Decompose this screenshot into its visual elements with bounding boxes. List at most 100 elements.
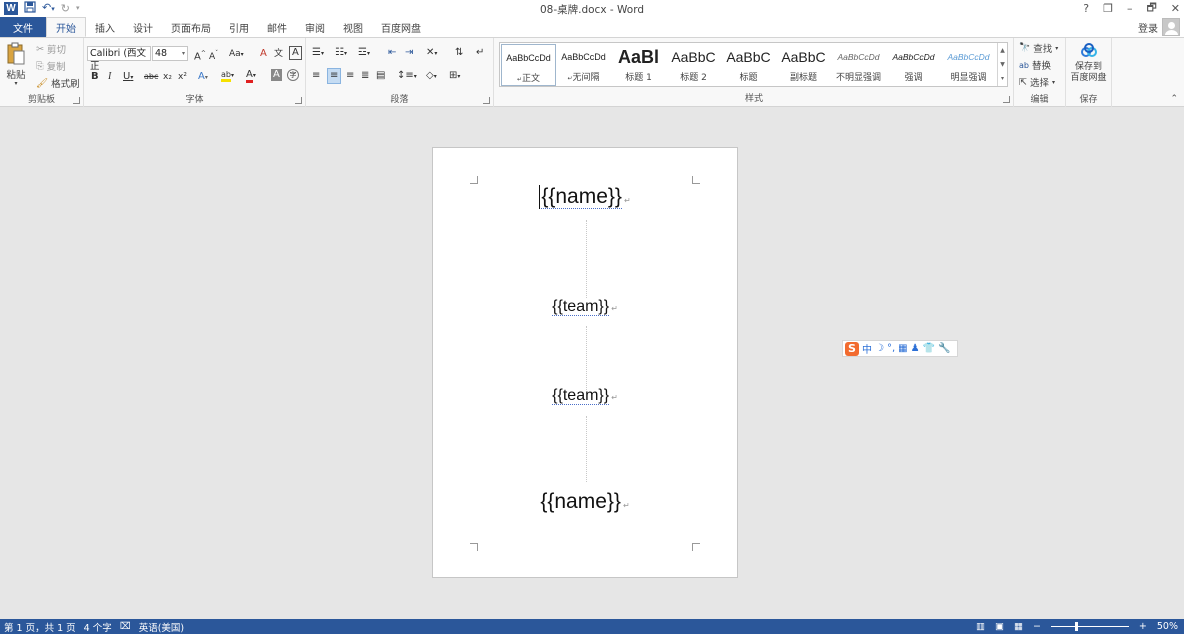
tab-insert[interactable]: 插入 xyxy=(86,17,124,37)
replace-button[interactable]: ab 替换 xyxy=(1019,58,1051,73)
paragraph-launcher-icon[interactable] xyxy=(483,97,490,104)
tab-baidu-netdisk[interactable]: 百度网盘 xyxy=(372,17,430,37)
language-indicator[interactable]: 英语(美国) xyxy=(139,620,184,634)
avatar[interactable] xyxy=(1162,18,1180,36)
read-mode-icon[interactable]: ▥ xyxy=(976,621,985,632)
styles-gallery-scroll[interactable]: ▲ ▼ ▾ xyxy=(997,43,1007,86)
redo-icon[interactable]: ↻ xyxy=(61,2,70,15)
styles-launcher-icon[interactable] xyxy=(1003,96,1010,103)
multilevel-list-button[interactable]: ☲▾ xyxy=(358,46,370,61)
web-layout-icon[interactable]: ▦ xyxy=(1014,621,1023,632)
highlight-button[interactable]: ab▾ xyxy=(221,68,234,83)
change-case-button[interactable]: Aa▾ xyxy=(229,47,244,62)
document-area[interactable]: {{name}} ↵ {{team}} ↵ {{team}} ↵ {{name}} ↵ xyxy=(0,108,1184,619)
style-no-spacing[interactable]: AaBbCcDd ↵无间隔 xyxy=(556,44,611,86)
punctuation-icon[interactable]: °, xyxy=(887,343,895,354)
minimize-icon[interactable]: – xyxy=(1127,2,1133,15)
select-button[interactable]: ⇱ 选择 ▾ xyxy=(1019,75,1055,90)
style-normal[interactable]: AaBbCcDd ↵正文 xyxy=(501,44,556,86)
paste-dropdown-icon[interactable]: ▾ xyxy=(14,80,17,87)
close-icon[interactable]: ✕ xyxy=(1171,2,1180,15)
customize-qat-icon[interactable]: ▾ xyxy=(76,2,80,15)
character-border-button[interactable]: A xyxy=(289,46,302,60)
font-launcher-icon[interactable] xyxy=(295,97,302,104)
justify-button[interactable]: ≣ xyxy=(361,69,369,83)
login-link[interactable]: 登录 xyxy=(1138,20,1158,35)
line-spacing-button[interactable]: ↕≡▾ xyxy=(397,69,417,84)
voice-icon[interactable]: ♟ xyxy=(911,343,920,354)
align-center-button[interactable]: ≡ xyxy=(327,68,342,84)
numbering-button[interactable]: ☷▾ xyxy=(335,46,347,61)
style-subtitle[interactable]: AaBbC 副标题 xyxy=(776,44,831,86)
clear-formatting-button[interactable]: A xyxy=(260,47,267,61)
clipboard-launcher-icon[interactable] xyxy=(73,97,80,104)
tab-review[interactable]: 审阅 xyxy=(296,17,334,37)
style-intense-emphasis[interactable]: AaBbCcDd 明显强调 xyxy=(941,44,996,86)
help-icon[interactable]: ? xyxy=(1083,2,1089,15)
document-page[interactable]: {{name}} ↵ {{team}} ↵ {{team}} ↵ {{name}} ↵ xyxy=(432,147,738,578)
shrink-font-button[interactable]: Aˇ xyxy=(209,47,218,64)
align-left-button[interactable]: ≡ xyxy=(312,69,320,83)
shading-button[interactable]: ◇▾ xyxy=(426,69,437,84)
moon-icon[interactable]: ☽ xyxy=(875,343,884,354)
placeholder-name-top[interactable]: {{name}} ↵ xyxy=(433,185,737,210)
tab-view[interactable]: 视图 xyxy=(334,17,372,37)
tab-home[interactable]: 开始 xyxy=(46,17,86,37)
zoom-slider[interactable] xyxy=(1050,622,1129,631)
character-shading-button[interactable]: A xyxy=(271,69,282,81)
restore-icon[interactable]: 🗗 xyxy=(1146,0,1156,18)
zoom-slider-thumb[interactable] xyxy=(1074,622,1078,631)
font-size-combo[interactable]: 48 ▾ xyxy=(152,46,188,61)
bold-button[interactable]: B xyxy=(91,70,99,84)
chinese-layout-button[interactable]: ✕▾ xyxy=(426,46,437,61)
font-name-combo[interactable]: Calibri (西文正 xyxy=(87,46,151,72)
skin-icon[interactable]: 👕 xyxy=(923,343,935,354)
superscript-button[interactable]: x² xyxy=(178,70,187,84)
style-heading-2[interactable]: AaBbC 标题 2 xyxy=(666,44,721,86)
paste-button[interactable]: 粘贴 ▾ xyxy=(6,42,26,87)
decrease-indent-button[interactable]: ⇤ xyxy=(388,46,396,60)
tab-file[interactable]: 文件 xyxy=(0,17,46,37)
increase-indent-button[interactable]: ⇥ xyxy=(405,46,413,60)
phonetic-guide-button[interactable]: 文 xyxy=(274,47,283,61)
ribbon-display-options-icon[interactable]: ❐ xyxy=(1103,2,1113,15)
placeholder-team-2[interactable]: {{team}} ↵ xyxy=(433,387,737,405)
tab-page-layout[interactable]: 页面布局 xyxy=(162,17,220,37)
style-heading-1[interactable]: AaBl 标题 1 xyxy=(611,44,666,86)
ime-toolbar[interactable]: S 中 ☽ °, ▦ ♟ 👕 🔧 xyxy=(842,340,958,357)
scroll-down-icon[interactable]: ▼ xyxy=(1000,61,1005,68)
collapse-ribbon-icon[interactable]: ⌃ xyxy=(1170,94,1178,104)
show-marks-button[interactable]: ↵ xyxy=(476,46,484,60)
placeholder-team-1[interactable]: {{team}} ↵ xyxy=(433,298,737,316)
zoom-out-icon[interactable]: − xyxy=(1033,621,1041,632)
cut-button[interactable]: ✂ 剪切 xyxy=(36,42,66,57)
scroll-up-icon[interactable]: ▲ xyxy=(1000,47,1005,54)
placeholder-name-bottom[interactable]: {{name}} ↵ xyxy=(433,490,737,514)
subscript-button[interactable]: x₂ xyxy=(163,70,172,84)
font-color-button[interactable]: A▾ xyxy=(246,68,256,83)
italic-button[interactable]: I xyxy=(108,70,111,84)
keyboard-icon[interactable]: ▦ xyxy=(898,343,907,354)
underline-button[interactable]: U▾ xyxy=(123,70,133,85)
tab-mailings[interactable]: 邮件 xyxy=(258,17,296,37)
tab-design[interactable]: 设计 xyxy=(124,17,162,37)
enclose-characters-button[interactable]: 字 xyxy=(287,69,299,81)
find-button[interactable]: 🔭 查找 ▾ xyxy=(1019,41,1058,55)
distributed-button[interactable]: ▤ xyxy=(376,69,385,83)
format-painter-button[interactable]: 🖌 格式刷 xyxy=(36,76,80,91)
borders-button[interactable]: ⊞▾ xyxy=(449,69,460,84)
undo-icon[interactable]: ↶▾ xyxy=(42,1,55,16)
tab-references[interactable]: 引用 xyxy=(220,17,258,37)
save-icon[interactable] xyxy=(24,1,36,16)
strikethrough-button[interactable]: abc xyxy=(144,70,158,84)
style-title[interactable]: AaBbC 标题 xyxy=(721,44,776,86)
style-subtle-emphasis[interactable]: AaBbCcDd 不明显强调 xyxy=(831,44,886,86)
save-to-baidu-button[interactable]: 保存到 百度网盘 xyxy=(1066,43,1111,84)
align-right-button[interactable]: ≡ xyxy=(346,69,354,83)
chinese-mode-icon[interactable]: 中 xyxy=(862,341,872,356)
sort-button[interactable]: ⇅ xyxy=(455,46,463,60)
text-effects-button[interactable]: A▾ xyxy=(198,70,208,85)
settings-wrench-icon[interactable]: 🔧 xyxy=(938,343,950,354)
bullets-button[interactable]: ☰▾ xyxy=(312,46,324,61)
more-styles-icon[interactable]: ▾ xyxy=(1001,75,1004,82)
